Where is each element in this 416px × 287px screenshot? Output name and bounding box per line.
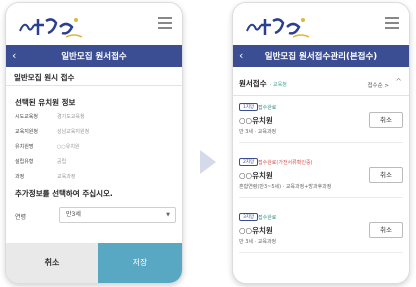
extra-info-heading: 추가정보를 선택하여 주십시오. bbox=[15, 189, 113, 198]
application-card: 1지망 접수완료 ○○유치원 만 3세 · 교육과정 취소 bbox=[239, 100, 403, 143]
nav-bar: ‹ 일반모집 원서접수 bbox=[6, 45, 182, 67]
info-value: 경기도교육청 bbox=[57, 114, 85, 120]
list-title: 원서접수 - 교육청 bbox=[239, 78, 287, 89]
info-row: 유치원명 ○○유치원 bbox=[15, 142, 80, 152]
menu-icon[interactable] bbox=[158, 17, 172, 29]
age-field-label: 연령 bbox=[15, 214, 27, 221]
info-label: 유치원명 bbox=[15, 144, 34, 150]
kindergarten-name: ○○유치원 bbox=[239, 116, 273, 125]
application-detail: 만 3세 · 교육과정 bbox=[239, 129, 277, 135]
divider bbox=[6, 85, 182, 86]
application-detail: 만 3세 · 교육과정 bbox=[239, 239, 277, 245]
cancel-application-button[interactable]: 취소 bbox=[369, 167, 403, 183]
right-phone-screen: ‹ 일반모집 원서접수관리(본접수) 원서접수 - 교육청 접수순 > ^ 1지망… bbox=[232, 2, 410, 284]
logo-icon[interactable] bbox=[16, 11, 86, 39]
section-title: 일반모집 원시 접수 bbox=[14, 73, 75, 82]
age-select-value: 만3세 bbox=[66, 211, 81, 218]
kindergarten-name: ○○유치원 bbox=[239, 171, 273, 180]
info-value: 공립 bbox=[57, 159, 67, 165]
app-header bbox=[6, 3, 182, 45]
age-select[interactable]: 만3세 ▼ bbox=[59, 207, 176, 223]
arrow-right-icon bbox=[200, 150, 216, 174]
status-text: 접수완료 bbox=[258, 215, 277, 221]
save-button[interactable]: 저장 bbox=[98, 243, 182, 283]
menu-icon[interactable] bbox=[385, 17, 399, 29]
list-title-text: 원서접수 bbox=[239, 79, 267, 88]
collapse-icon[interactable]: ^ bbox=[395, 77, 402, 86]
rank-badge: 3지망 bbox=[239, 213, 259, 221]
sort-toggle[interactable]: 접수순 > bbox=[367, 81, 389, 89]
kindergarten-name: ○○유치원 bbox=[239, 226, 273, 235]
rank-badge: 2지망 bbox=[239, 158, 259, 166]
info-row: 과정 교육과정 bbox=[15, 172, 75, 182]
left-phone-screen: ‹ 일반모집 원서접수 일반모집 원시 접수 선택된 유치원 정보 시도교육청 경… bbox=[5, 2, 183, 284]
application-detail: 혼합연령(만3~5세) · 교육과정+방과후과정 bbox=[239, 184, 332, 190]
info-value: ○○유치원 bbox=[57, 144, 80, 150]
nav-title: 일반모집 원서접수관리(본접수) bbox=[264, 52, 378, 62]
selected-info-heading: 선택된 유치원 정보 bbox=[15, 98, 76, 107]
list-subtitle: - 교육청 bbox=[269, 82, 287, 88]
application-card: 3지망 접수완료 ○○유치원 만 3세 · 교육과정 취소 bbox=[239, 210, 403, 253]
cancel-button[interactable]: 취소 bbox=[6, 243, 98, 283]
app-header bbox=[233, 3, 409, 45]
cancel-application-button[interactable]: 취소 bbox=[369, 112, 403, 128]
logo-icon[interactable] bbox=[243, 11, 313, 39]
divider bbox=[233, 95, 409, 96]
info-label: 시도교육청 bbox=[15, 114, 39, 120]
info-value: 교육과정 bbox=[57, 174, 76, 180]
info-label: 교육지원청 bbox=[15, 129, 39, 135]
info-value: 성남교육지원청 bbox=[57, 129, 90, 135]
button-bar: 취소 저장 bbox=[6, 243, 182, 283]
cancel-application-button[interactable]: 취소 bbox=[369, 222, 403, 238]
info-row: 시도교육청 경기도교육청 bbox=[15, 112, 85, 122]
chevron-down-icon: ▼ bbox=[166, 212, 170, 218]
status-text: 접수완료 bbox=[258, 105, 277, 111]
info-label: 설립유형 bbox=[15, 159, 34, 165]
rank-badge: 1지망 bbox=[239, 103, 259, 111]
nav-title: 일반모집 원서접수 bbox=[61, 52, 127, 62]
info-row: 교육지원청 성남교육지원청 bbox=[15, 127, 89, 137]
application-card: 2지망 접수완료(가전서류확인중) ○○유치원 혼합연령(만3~5세) · 교육… bbox=[239, 155, 403, 198]
info-row: 설립유형 공립 bbox=[15, 157, 66, 167]
nav-bar: ‹ 일반모집 원서접수관리(본접수) bbox=[233, 45, 409, 67]
info-label: 과정 bbox=[15, 174, 25, 180]
status-text: 접수완료(가전서류확인중) bbox=[258, 160, 313, 166]
